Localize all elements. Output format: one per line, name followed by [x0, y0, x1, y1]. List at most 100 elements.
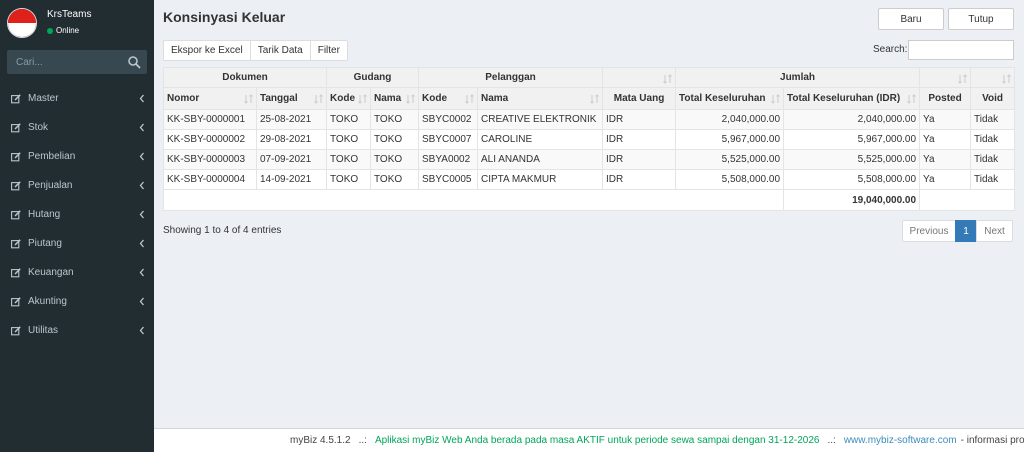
- table-row[interactable]: KK-SBY-0000003 07-09-2021 TOKO TOKO SBYA…: [163, 149, 1016, 170]
- cell-nomor: KK-SBY-0000002: [163, 129, 257, 150]
- pagination-page-current[interactable]: 1: [955, 220, 977, 242]
- table-search-input[interactable]: [908, 40, 1014, 60]
- pagination-next[interactable]: Next: [976, 220, 1013, 242]
- cell-pelanggan-kode: SBYC0007: [418, 129, 478, 150]
- pagination-info: Showing 1 to 4 of 4 entries: [163, 225, 282, 236]
- table-footer-row: 19,040,000.00: [162, 189, 1016, 211]
- search-icon[interactable]: [127, 55, 141, 69]
- export-excel-button[interactable]: Ekspor ke Excel: [163, 40, 251, 61]
- column-header-void[interactable]: Void: [970, 87, 1016, 110]
- sort-icon: [406, 94, 415, 104]
- cell-pelanggan-kode: SBYA0002: [418, 149, 478, 170]
- column-header-total-idr[interactable]: Total Keseluruhan (IDR): [783, 87, 921, 110]
- table-search-label: Search:: [873, 44, 908, 55]
- table-row[interactable]: KK-SBY-0000002 29-08-2021 TOKO TOKO SBYC…: [163, 129, 1016, 150]
- edit-icon: [11, 325, 21, 335]
- edit-icon: [11, 93, 21, 103]
- chevron-left-icon: [139, 94, 144, 103]
- cell-gudang-kode: TOKO: [326, 129, 371, 150]
- pagination: Previous 1 Next: [902, 220, 1013, 242]
- sidebar-item-label: Akunting: [28, 296, 67, 307]
- footer-total-idr: 19,040,000.00: [783, 189, 921, 211]
- footer-separator: ..:: [358, 435, 367, 446]
- table-row[interactable]: KK-SBY-0000001 25-08-2021 TOKO TOKO SBYC…: [163, 109, 1016, 130]
- group-header-blank-currency: [602, 67, 677, 88]
- footer-license-status: Aplikasi myBiz Web Anda berada pada masa…: [374, 435, 820, 446]
- filter-button[interactable]: Filter: [309, 40, 348, 61]
- cell-gudang-nama: TOKO: [370, 129, 419, 150]
- sidebar-item-label: Pembelian: [28, 151, 76, 162]
- column-header-gudang-kode[interactable]: Kode: [326, 87, 371, 110]
- sort-icon[interactable]: [1002, 74, 1011, 84]
- sidebar-item-penjualan[interactable]: Penjualan: [0, 171, 154, 200]
- sort-icon[interactable]: [958, 74, 967, 84]
- sort-icon: [771, 94, 780, 104]
- cell-pelanggan-kode: SBYC0002: [418, 109, 478, 130]
- cell-tanggal: 25-08-2021: [256, 109, 327, 130]
- column-header-tanggal[interactable]: Tanggal: [256, 87, 327, 110]
- data-table: Dokumen Gudang Pelanggan Jumlah Nomor Ta…: [162, 67, 1016, 211]
- cell-pelanggan-nama: CIPTA MAKMUR: [476, 169, 604, 190]
- column-header-nomor[interactable]: Nomor: [163, 87, 257, 110]
- sidebar-item-keuangan[interactable]: Keuangan: [0, 258, 154, 287]
- sidebar-item-utilitas[interactable]: Utilitas: [0, 316, 154, 345]
- chevron-left-icon: [139, 297, 144, 306]
- footer-website-link[interactable]: www.mybiz-software.com: [844, 435, 957, 446]
- cell-total-idr: 5,508,000.00: [783, 169, 921, 190]
- sort-icon: [314, 94, 323, 104]
- new-button[interactable]: Baru: [878, 8, 944, 30]
- column-header-mata-uang[interactable]: Mata Uang: [602, 87, 677, 110]
- column-header-label: Mata Uang: [613, 93, 665, 104]
- sidebar-item-akunting[interactable]: Akunting: [0, 287, 154, 316]
- sort-icon[interactable]: [663, 74, 672, 84]
- sidebar-item-master[interactable]: Master: [0, 84, 154, 113]
- cell-total-idr: 5,967,000.00: [783, 129, 921, 150]
- sidebar-item-label: Piutang: [28, 238, 62, 249]
- footer-separator: ..:: [827, 435, 836, 446]
- pull-data-button[interactable]: Tarik Data: [249, 40, 311, 61]
- edit-icon: [11, 151, 21, 161]
- close-button[interactable]: Tutup: [948, 8, 1014, 30]
- column-header-gudang-nama[interactable]: Nama: [370, 87, 419, 110]
- cell-mata-uang: IDR: [602, 109, 677, 130]
- group-header-pelanggan: Pelanggan: [417, 67, 604, 88]
- edit-icon: [11, 238, 21, 248]
- sidebar: KrsTeams Online Master Stok Pembelian: [0, 0, 154, 452]
- sidebar-search-input[interactable]: [7, 50, 125, 74]
- cell-total: 5,967,000.00: [675, 129, 785, 150]
- sidebar-item-pembelian[interactable]: Pembelian: [0, 142, 154, 171]
- edit-icon: [11, 122, 21, 132]
- column-header-pelanggan-kode[interactable]: Kode: [418, 87, 478, 110]
- column-header-label: Nama: [374, 93, 402, 104]
- cell-pelanggan-nama: CAROLINE: [476, 129, 604, 150]
- sidebar-menu: Master Stok Pembelian Penjualan Hutang P…: [0, 84, 154, 345]
- cell-gudang-kode: TOKO: [326, 109, 371, 130]
- cell-gudang-nama: TOKO: [370, 109, 419, 130]
- cell-total-idr: 2,040,000.00: [783, 109, 921, 130]
- cell-total: 2,040,000.00: [675, 109, 785, 130]
- table-row[interactable]: KK-SBY-0000004 14-09-2021 TOKO TOKO SBYC…: [163, 169, 1016, 190]
- sort-icon: [244, 94, 253, 104]
- cell-tanggal: 29-08-2021: [256, 129, 327, 150]
- cell-gudang-nama: TOKO: [370, 149, 419, 170]
- sidebar-item-label: Stok: [28, 122, 49, 133]
- sidebar-item-label: Master: [28, 93, 59, 104]
- edit-icon: [11, 180, 21, 190]
- sort-icon: [907, 94, 916, 104]
- cell-posted: Ya: [919, 129, 972, 150]
- sidebar-item-stok[interactable]: Stok: [0, 113, 154, 142]
- user-status: Online: [47, 26, 79, 35]
- column-header-pelanggan-nama[interactable]: Nama: [476, 87, 604, 110]
- sidebar-item-hutang[interactable]: Hutang: [0, 200, 154, 229]
- chevron-left-icon: [139, 123, 144, 132]
- cell-mata-uang: IDR: [602, 149, 677, 170]
- sidebar-item-piutang[interactable]: Piutang: [0, 229, 154, 258]
- column-header-posted[interactable]: Posted: [919, 87, 972, 110]
- sort-icon: [465, 94, 474, 104]
- sidebar-item-label: Utilitas: [28, 325, 59, 336]
- column-header-total[interactable]: Total Keseluruhan: [675, 87, 785, 110]
- cell-posted: Ya: [919, 149, 972, 170]
- pagination-previous[interactable]: Previous: [902, 220, 956, 242]
- cell-tanggal: 14-09-2021: [256, 169, 327, 190]
- edit-icon: [11, 296, 21, 306]
